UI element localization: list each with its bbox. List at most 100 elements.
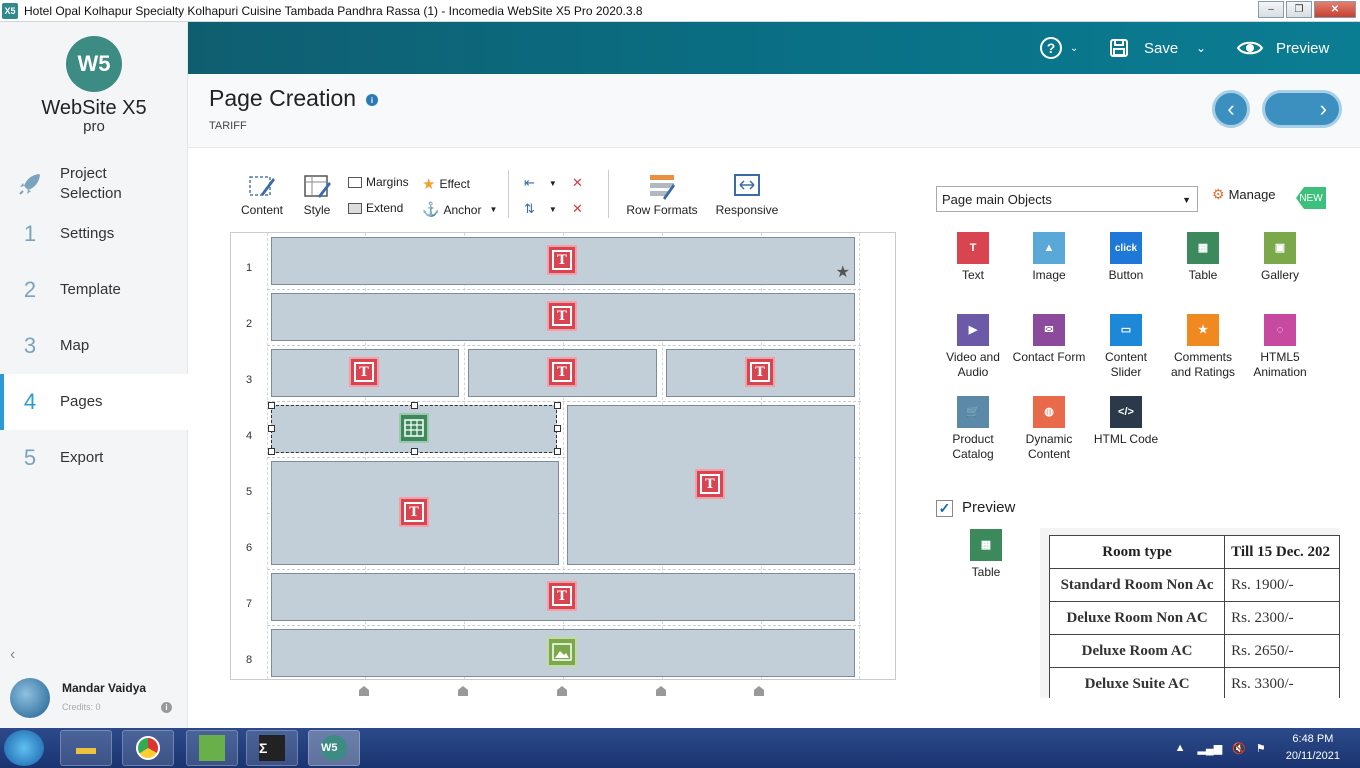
manage-button[interactable]: ⚙ Manage xyxy=(1212,186,1276,203)
indent-icon: ⇤ xyxy=(524,175,535,190)
column-marker[interactable] xyxy=(359,686,369,696)
volume-icon[interactable]: 🔇 xyxy=(1232,742,1246,755)
object-video-audio[interactable]: ▶ Video and Audio xyxy=(935,314,1011,380)
responsive-button[interactable]: Responsive xyxy=(712,172,782,217)
save-options-dropdown[interactable]: ⌄ xyxy=(1196,22,1206,74)
collapse-sidebar-icon[interactable]: ‹ xyxy=(10,646,15,664)
object-table[interactable]: ▦ Table xyxy=(1165,232,1241,283)
resize-handle[interactable] xyxy=(554,448,561,455)
layout-cell[interactable]: T xyxy=(567,405,855,565)
maximize-button[interactable]: ❐ xyxy=(1286,1,1312,18)
avatar[interactable] xyxy=(10,678,50,718)
remove-indent-button[interactable]: ✕ xyxy=(572,175,583,191)
move-button[interactable]: ⇅ ▼ xyxy=(524,201,557,217)
style-tool-button[interactable]: Style xyxy=(296,172,338,217)
app-taskbar-icon[interactable] xyxy=(186,730,238,766)
slider-icon: ▭ xyxy=(1110,314,1142,346)
remove-row-button[interactable]: ✕ xyxy=(572,201,583,217)
save-button[interactable]: Save xyxy=(1108,22,1178,74)
row-number: 8 xyxy=(245,654,253,666)
layout-cell[interactable]: T xyxy=(666,349,855,397)
object-content-slider[interactable]: ▭ Content Slider xyxy=(1088,314,1164,380)
text-object-icon: T xyxy=(399,497,429,527)
logo-name: WebSite X5 xyxy=(41,97,147,119)
close-button[interactable]: ✕ xyxy=(1314,1,1356,18)
style-icon xyxy=(302,172,332,200)
responsive-icon xyxy=(732,172,762,200)
object-comments-ratings[interactable]: ★ Comments and Ratings xyxy=(1165,314,1241,380)
info-icon[interactable]: i xyxy=(366,94,378,106)
layout-cell[interactable]: T xyxy=(468,349,657,397)
chevron-down-icon: ⌄ xyxy=(1196,41,1207,55)
column-marker[interactable] xyxy=(754,686,764,696)
object-gallery[interactable]: ▣ Gallery xyxy=(1242,232,1318,283)
chevron-down-icon: ⌄ xyxy=(1070,42,1079,54)
nav-item-pages[interactable]: 4 Pages xyxy=(0,374,188,430)
nav-item-map[interactable]: 3 Map xyxy=(0,318,188,374)
chevron-left-icon: ‹ xyxy=(1227,96,1235,121)
object-product-catalog[interactable]: 🛒 Product Catalog xyxy=(935,396,1011,462)
margins-icon xyxy=(348,176,362,188)
layout-cell[interactable]: T xyxy=(271,461,559,565)
info-icon[interactable]: i xyxy=(161,702,172,713)
object-image[interactable]: ▲ Image xyxy=(1011,232,1087,283)
resize-handle[interactable] xyxy=(411,402,418,409)
minimize-button[interactable]: – xyxy=(1258,1,1284,18)
resize-handle[interactable] xyxy=(554,425,561,432)
layout-cell-selected[interactable] xyxy=(271,405,557,453)
layout-cell[interactable]: T ★ xyxy=(271,237,855,285)
resize-handle[interactable] xyxy=(554,402,561,409)
row-number: 4 xyxy=(245,430,253,442)
object-html-code[interactable]: </> HTML Code xyxy=(1088,396,1164,447)
chrome-taskbar-icon[interactable] xyxy=(122,730,174,766)
extend-button[interactable]: Extend xyxy=(348,201,403,215)
row-number: 5 xyxy=(245,486,253,498)
layout-cell[interactable] xyxy=(271,629,855,677)
back-button[interactable]: ‹ xyxy=(1212,90,1250,128)
column-marker[interactable] xyxy=(656,686,666,696)
layout-cell[interactable]: T xyxy=(271,573,855,621)
next-button[interactable]: › xyxy=(1262,90,1342,128)
object-html5-animation[interactable]: ◌ HTML5 Animation xyxy=(1242,314,1318,380)
object-contact-form[interactable]: ✉ Contact Form xyxy=(1011,314,1087,365)
column-marker[interactable] xyxy=(458,686,468,696)
tray-arrow-icon[interactable]: ▲ xyxy=(1175,742,1186,754)
table-header: Till 15 Dec. 202 xyxy=(1224,535,1340,569)
object-button[interactable]: click Button xyxy=(1088,232,1164,283)
anchor-icon: ⚓ xyxy=(422,201,440,217)
resize-handle[interactable] xyxy=(268,448,275,455)
app-taskbar-icon[interactable]: Σ xyxy=(246,730,298,766)
start-button[interactable] xyxy=(4,730,44,766)
effect-button[interactable]: ★ Effect xyxy=(422,175,470,193)
anchor-button[interactable]: ⚓ Anchor ▼ xyxy=(422,201,497,218)
layout-cell[interactable]: T xyxy=(271,293,855,341)
flag-icon[interactable]: ⚑ xyxy=(1256,742,1266,755)
clock[interactable]: 6:48 PM 20/11/2021 xyxy=(1286,731,1340,765)
chevron-down-icon: ▼ xyxy=(489,205,498,214)
layout-cell[interactable]: T xyxy=(271,349,459,397)
nav-label: Map xyxy=(60,337,90,354)
margins-button[interactable]: Margins xyxy=(348,175,409,189)
content-tool-button[interactable]: Content xyxy=(236,172,288,217)
row-formats-button[interactable]: Row Formats xyxy=(622,172,702,217)
preview-button[interactable]: Preview xyxy=(1236,22,1329,74)
nav-item-export[interactable]: 5 Export xyxy=(0,430,188,486)
resize-handle[interactable] xyxy=(411,448,418,455)
resize-handle[interactable] xyxy=(268,402,275,409)
help-menu[interactable]: ? ⌄ xyxy=(1040,22,1078,74)
text-object-icon: T xyxy=(349,357,379,387)
indent-button[interactable]: ⇤ ▼ xyxy=(524,175,557,191)
column-marker[interactable] xyxy=(557,686,567,696)
website-x5-taskbar-icon[interactable]: W5 xyxy=(308,730,360,766)
object-text[interactable]: T Text xyxy=(935,232,1011,283)
object-label: Content Slider xyxy=(1104,350,1148,379)
object-dynamic-content[interactable]: ◍ Dynamic Content xyxy=(1011,396,1087,462)
objects-category-select[interactable]: Page main Objects ▼ xyxy=(936,186,1198,212)
resize-handle[interactable] xyxy=(268,425,275,432)
file-explorer-taskbar-icon[interactable]: ▬ xyxy=(60,730,112,766)
preview-checkbox[interactable]: ✓ xyxy=(936,500,953,517)
nav-item-project-selection[interactable]: Project Selection xyxy=(0,156,188,212)
nav-item-template[interactable]: 2 Template xyxy=(0,262,188,318)
nav-item-settings[interactable]: 1 Settings xyxy=(0,206,188,262)
network-icon[interactable]: ▂▄▆ xyxy=(1197,742,1222,755)
